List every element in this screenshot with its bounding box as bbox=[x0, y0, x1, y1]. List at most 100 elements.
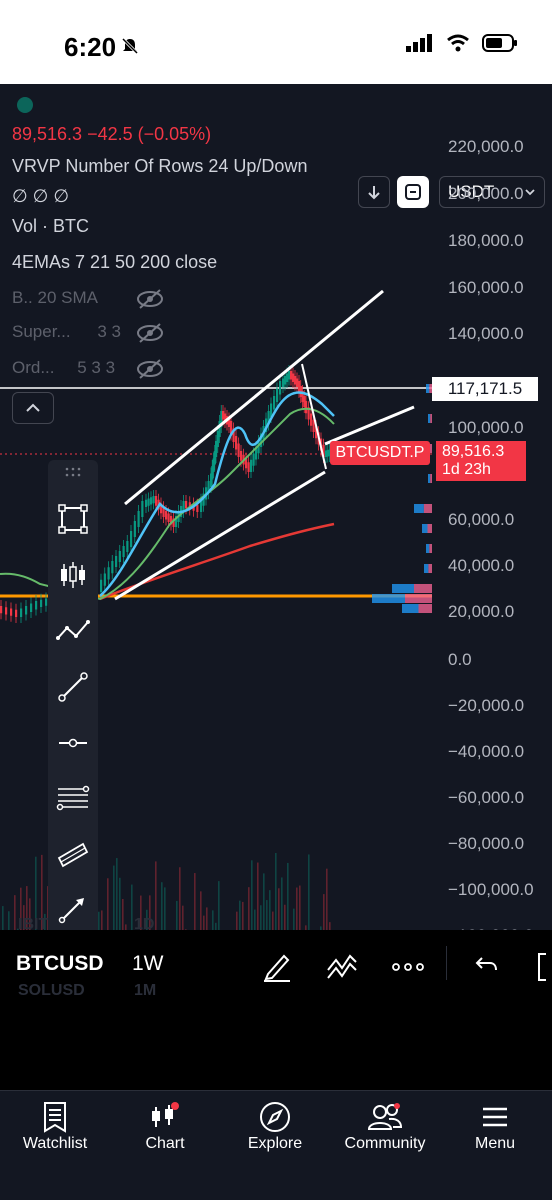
collapse-legend-button[interactable] bbox=[12, 392, 54, 424]
current-price-value: 89,516.3 bbox=[442, 443, 505, 460]
candle-body bbox=[133, 521, 136, 537]
candle-body bbox=[235, 436, 238, 450]
candle-body bbox=[122, 546, 125, 557]
axis-label: 0.0 bbox=[448, 650, 472, 669]
volume-profile-bar bbox=[405, 594, 432, 603]
tab-chart[interactable]: Chart bbox=[110, 1091, 220, 1200]
volume-profile-bar bbox=[430, 474, 432, 483]
indicator-name: Ord... bbox=[12, 358, 55, 377]
symbol-tag: BTCUSDT.P bbox=[330, 441, 430, 465]
legend-hidden-indicator[interactable]: B.. 20 SMA bbox=[12, 288, 98, 308]
volume-profile-bar bbox=[427, 524, 432, 533]
legend-vrvp[interactable]: VRVP Number Of Rows 24 Up/Down bbox=[12, 156, 307, 177]
trendline-icon bbox=[58, 672, 88, 702]
horizontal-line-tool[interactable] bbox=[56, 726, 90, 760]
legend-hidden-indicator[interactable]: Super... 3 3 bbox=[12, 322, 121, 342]
axis-label: −80,000.0 bbox=[448, 834, 525, 853]
legend-emas[interactable]: 4EMAs 7 21 50 200 close bbox=[12, 252, 217, 273]
candle-body bbox=[305, 401, 308, 414]
axis-label: 160,000.0 bbox=[448, 278, 524, 297]
candle-body bbox=[40, 599, 43, 607]
tab-community[interactable]: Community bbox=[330, 1091, 440, 1200]
undo-icon[interactable] bbox=[474, 952, 498, 976]
tab-watchlist[interactable]: Watchlist bbox=[0, 1091, 110, 1200]
expand-icon[interactable] bbox=[536, 952, 552, 982]
candle-body bbox=[137, 511, 140, 527]
market-status-icon bbox=[17, 97, 33, 113]
volume-profile-bar bbox=[422, 524, 428, 533]
eye-off-icon[interactable] bbox=[136, 322, 164, 344]
indicator-name: Super... bbox=[12, 322, 71, 341]
interval-button[interactable]: 1W bbox=[132, 952, 164, 976]
candles-tool[interactable] bbox=[56, 558, 90, 592]
wifi-icon bbox=[447, 34, 469, 52]
rectangle-tool[interactable] bbox=[56, 502, 90, 536]
axis-label: 60,000.0 bbox=[448, 510, 515, 529]
candle-body bbox=[292, 373, 295, 382]
tab-explore[interactable]: Explore bbox=[220, 1091, 330, 1200]
arrow-down-icon bbox=[368, 186, 380, 200]
volume-profile-bar bbox=[392, 584, 414, 593]
candle-body bbox=[247, 462, 250, 472]
volume-profile-bar bbox=[430, 414, 432, 423]
drag-handle-icon[interactable] bbox=[64, 466, 82, 478]
candle-body bbox=[35, 601, 38, 610]
axis-label: 220,000.0 bbox=[448, 137, 524, 156]
candlestick-icon bbox=[61, 562, 85, 588]
candle-body bbox=[15, 609, 18, 617]
candle-body bbox=[252, 453, 255, 466]
more-icon[interactable] bbox=[392, 962, 424, 972]
candle-body bbox=[196, 504, 199, 512]
axis-label: −60,000.0 bbox=[448, 788, 525, 807]
axis-label: 180,000.0 bbox=[448, 231, 524, 250]
fib-retracement-tool[interactable] bbox=[56, 782, 90, 816]
bottom-tab-bar: Watchlist Chart Explore Community Menu bbox=[0, 1090, 552, 1200]
parallel-channel-tool[interactable] bbox=[56, 838, 90, 872]
volume-profile-bar bbox=[428, 564, 432, 573]
axis-label: −40,000.0 bbox=[448, 742, 525, 761]
drawing-toolbar bbox=[48, 460, 98, 960]
tab-label: Community bbox=[344, 1135, 426, 1152]
eye-off-icon[interactable] bbox=[136, 288, 164, 310]
candle-body bbox=[145, 499, 148, 507]
path-tool[interactable] bbox=[56, 614, 90, 648]
tab-menu[interactable]: Menu bbox=[440, 1091, 550, 1200]
bell-mute-icon bbox=[121, 37, 139, 55]
legend-volume[interactable]: Vol · BTC bbox=[12, 216, 89, 237]
candle-body bbox=[250, 459, 253, 472]
volume-profile-bar bbox=[424, 564, 429, 573]
trendline-tool[interactable] bbox=[56, 670, 90, 704]
fullscreen-button[interactable] bbox=[397, 176, 429, 208]
indicators-icon[interactable] bbox=[326, 952, 358, 982]
scroll-to-realtime-button[interactable] bbox=[358, 176, 390, 208]
candle-body bbox=[130, 531, 133, 547]
candle-body bbox=[111, 561, 114, 574]
chart-icon bbox=[152, 1102, 179, 1127]
candle-body bbox=[294, 376, 297, 385]
candle-body bbox=[5, 607, 8, 615]
zigzag-icon bbox=[56, 620, 90, 640]
candle-body bbox=[107, 567, 110, 580]
tab-label: Explore bbox=[247, 1135, 303, 1152]
candle-body bbox=[30, 603, 33, 612]
legend-hidden-indicator[interactable]: Ord... 5 3 3 bbox=[12, 358, 115, 378]
candle-body bbox=[118, 551, 121, 562]
watchlist-icon bbox=[44, 1102, 66, 1133]
legend-price: 89,516.3 −42.5 (−0.05%) bbox=[12, 124, 212, 144]
candle-body bbox=[103, 573, 106, 586]
symbol-button[interactable]: BTCUSD bbox=[16, 952, 104, 976]
arrow-tool[interactable] bbox=[56, 892, 90, 926]
candle-body bbox=[167, 513, 170, 522]
horizontal-line-icon bbox=[59, 738, 87, 748]
chevron-up-icon bbox=[26, 403, 40, 412]
drawing-pen-icon[interactable] bbox=[262, 952, 292, 982]
volume-profile-bar bbox=[426, 544, 430, 553]
tab-label: Menu bbox=[474, 1135, 516, 1152]
eye-off-icon[interactable] bbox=[136, 358, 164, 380]
hline-price-label[interactable]: 117,171.5 bbox=[432, 377, 538, 401]
volume-profile-bar bbox=[423, 504, 432, 513]
ghost-interval: 1D bbox=[134, 916, 155, 933]
volume-profile-bar bbox=[402, 604, 419, 613]
axis-label: 40,000.0 bbox=[448, 556, 515, 575]
candle-body bbox=[165, 511, 168, 520]
